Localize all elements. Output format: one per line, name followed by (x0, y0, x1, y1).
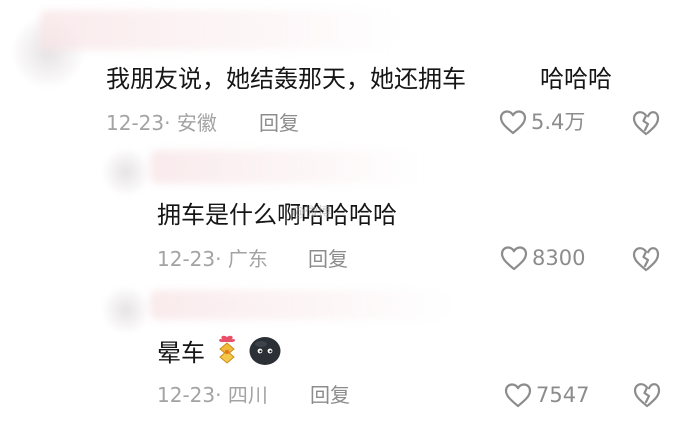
reply-button[interactable]: 回复 (259, 113, 299, 133)
username-blurred[interactable] (150, 150, 420, 184)
heart-icon (500, 246, 528, 271)
broken-heart-icon[interactable] (631, 380, 663, 410)
heart-icon (504, 383, 532, 408)
comment-date-location: 12-23· 安徽 (106, 111, 217, 135)
like-count: 7547 (536, 382, 590, 407)
reply-button[interactable]: 回复 (310, 385, 350, 405)
heart-icon (499, 110, 527, 135)
username-blurred[interactable] (150, 290, 450, 320)
lucky-knot-icon (219, 335, 235, 364)
comment-text-tail: 哈哈哈 (540, 65, 612, 93)
like-button[interactable]: 7547 (503, 381, 589, 409)
like-button[interactable]: 8300 (499, 244, 585, 272)
reply-button[interactable]: 回复 (308, 249, 348, 269)
like-count: 8300 (532, 245, 586, 270)
comment-date-location: 12-23· 广东 (157, 247, 268, 271)
comment-text-body: 我朋友说，她结轰那天，她还拥车 (106, 65, 466, 93)
blob-face-icon (249, 337, 281, 365)
avatar-blurred[interactable] (104, 150, 148, 194)
watermark: @微博 (292, 205, 332, 220)
comment-date-location: 12-23· 四川 (157, 383, 268, 407)
like-button[interactable]: 5.4万 (498, 108, 585, 136)
like-count: 5.4万 (531, 109, 586, 134)
comment-text: 拥车是什么啊哈哈哈哈 (157, 201, 397, 229)
username-blurred[interactable] (40, 10, 400, 50)
comment-text: 我朋友说，她结轰那天，她还拥车 (106, 67, 466, 91)
broken-heart-icon[interactable] (630, 108, 662, 138)
broken-heart-icon[interactable] (630, 244, 662, 274)
avatar-blurred[interactable] (104, 288, 148, 332)
comment-text: 晕车 (157, 339, 205, 367)
